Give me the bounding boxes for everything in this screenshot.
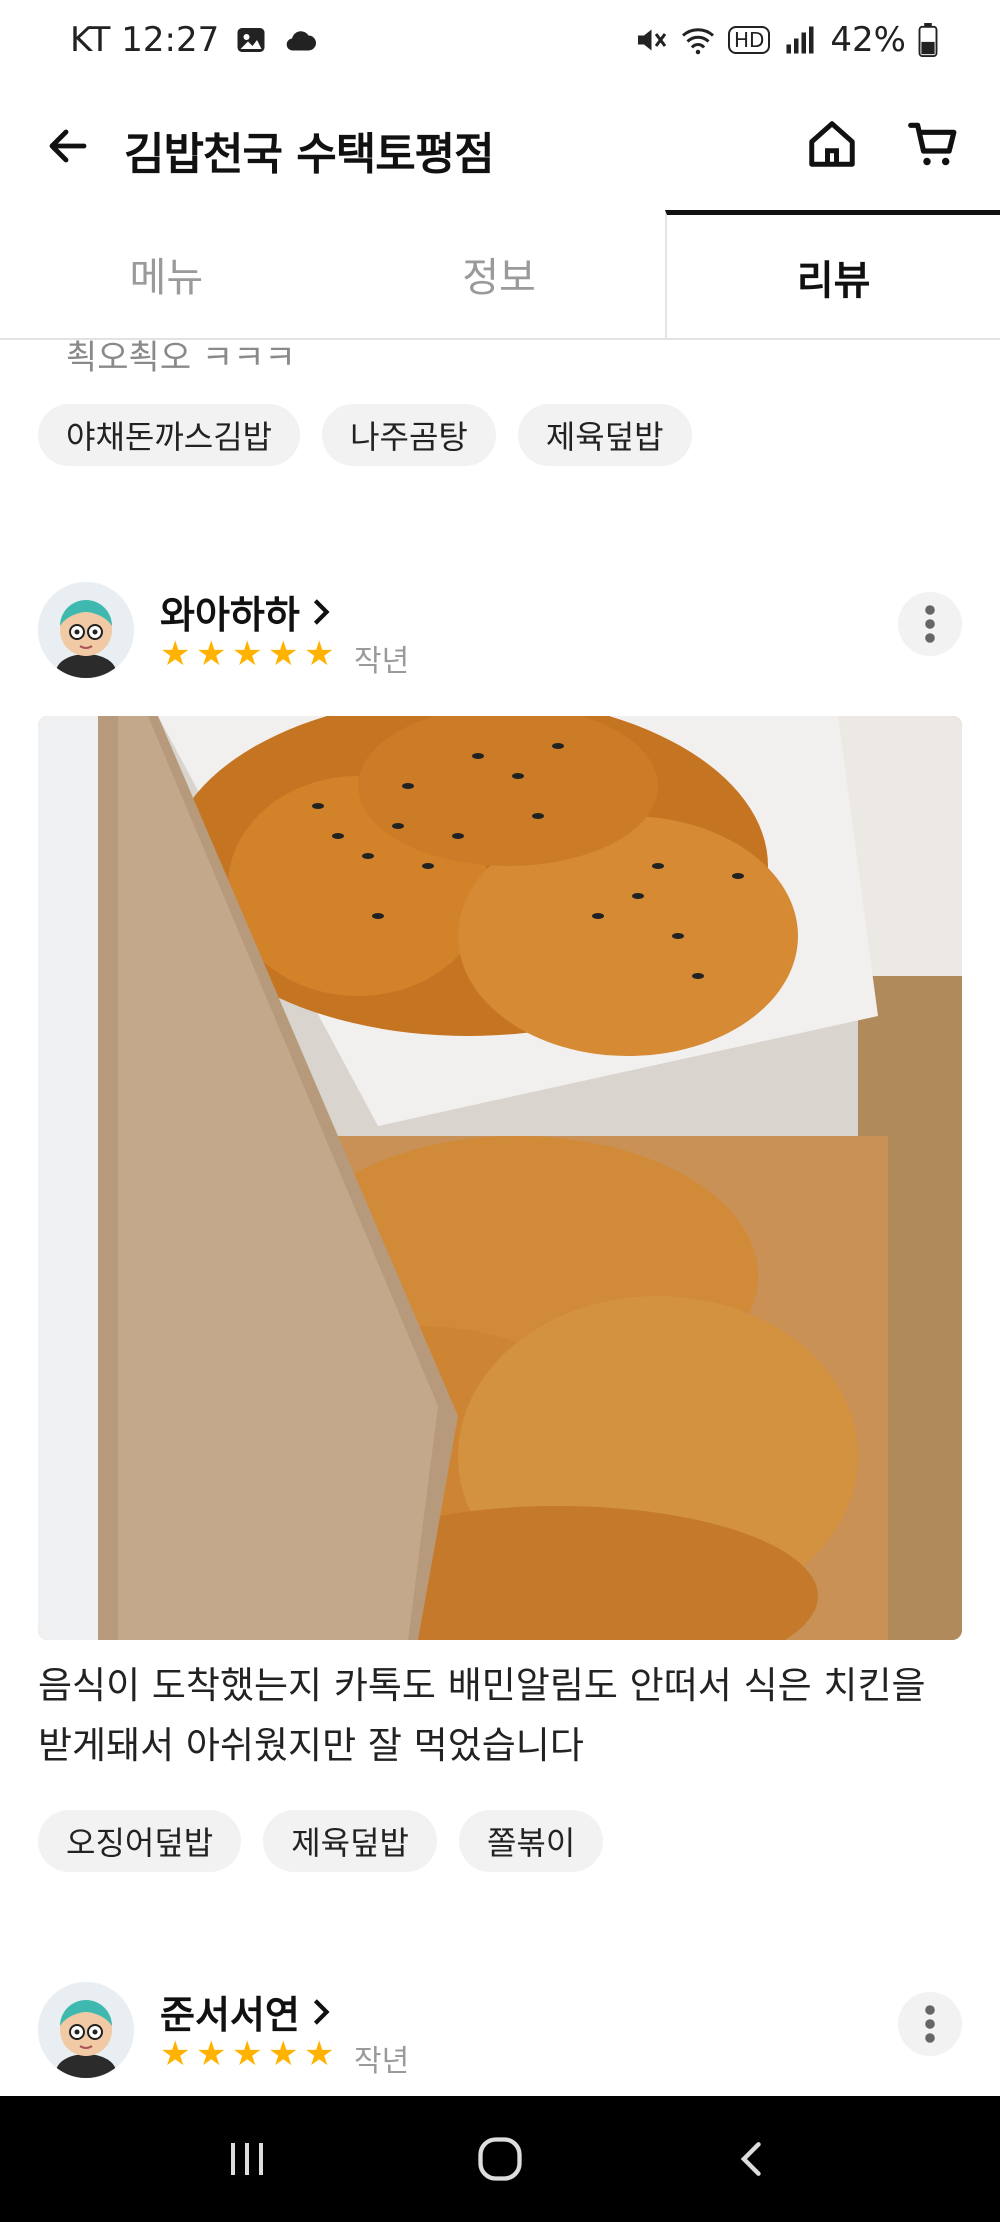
reviewer-name-link[interactable]: 와아하하 [160,584,332,639]
back-nav-button[interactable] [713,2119,793,2199]
home-nav-icon [478,2137,522,2181]
star-icon: ★ [160,2034,191,2074]
avatar-character-icon [38,1982,134,2078]
menu-chip: 나주곰탕 [322,404,496,466]
star-icon: ★ [196,634,227,674]
reviewer-name-link[interactable]: 준서서연 [160,1984,332,2039]
status-right: HD 42% [632,20,938,60]
star-icon: ★ [304,2034,335,2074]
review-time: 작년 [354,2044,410,2079]
rating-stars: ★ ★ ★ ★ ★ [160,634,336,674]
more-vertical-icon [925,605,935,643]
tab-reviews[interactable]: 리뷰 [665,210,1000,338]
carrier-time: KT 12:27 [70,20,220,60]
rating-stars: ★ ★ ★ ★ ★ [160,2034,336,2074]
back-nav-icon [741,2142,762,2176]
gallery-icon [237,28,265,52]
avatar[interactable] [38,582,134,678]
wifi-icon [681,28,714,55]
review-list[interactable]: 쵝오쵝오 ㅋㅋㅋ 야채돈까스김밥 나주곰탕 제육덮밥 와아하하 ★ ★ ★ ★ … [0,340,1000,2096]
menu-chip: 제육덮밥 [517,404,692,466]
cloud-icon [286,31,317,51]
avatar[interactable] [38,1982,134,2078]
previous-review-text: 쵝오쵝오 ㅋㅋㅋ [66,340,296,378]
tab-info[interactable]: 정보 [333,210,666,338]
review-time: 작년 [354,644,410,679]
review-photo[interactable] [38,716,962,1640]
back-arrow-icon [49,129,87,163]
store-title: 김밥천국 수택토평점 [124,129,495,180]
avatar-character-icon [38,582,134,678]
review-header: 와아하하 ★ ★ ★ ★ ★ 작년 [38,582,962,682]
back-button[interactable] [36,114,100,178]
star-icon: ★ [268,2034,299,2074]
menu-chip: 야채돈까스김밥 [38,404,301,466]
hd-badge: HD [727,26,771,54]
status-bar: KT 12:27 HD 42% [0,0,1000,86]
status-left: KT 12:27 [70,20,319,60]
battery-text: 42% [830,20,906,60]
star-icon: ★ [160,634,191,674]
battery-icon [918,23,938,57]
more-options-button[interactable] [898,1992,962,2056]
review-menu-chips: 오징어덮밥 제육덮밥 쫄볶이 [38,1810,604,1872]
app-header: 김밥천국 수택토평점 [0,86,1000,210]
home-button[interactable] [800,112,864,176]
tab-menu[interactable]: 메뉴 [0,210,333,338]
review-header: 준서서연 ★ ★ ★ ★ ★ 작년 [38,1982,962,2082]
star-icon: ★ [232,2034,263,2074]
signal-icon [786,26,814,54]
mute-icon [637,29,667,51]
system-nav-bar [0,2096,1000,2222]
home-icon [809,121,855,167]
menu-chip: 오징어덮밥 [38,1810,242,1872]
reviewer-name: 와아하하 [160,593,300,637]
cart-icon [908,122,957,166]
chevron-right-icon [313,1998,330,2025]
tab-bar: 메뉴 정보 리뷰 [0,210,1000,340]
menu-chip: 제육덮밥 [263,1810,437,1872]
home-nav-button[interactable] [460,2119,540,2199]
reviewer-name: 준서서연 [160,1993,300,2037]
cart-button[interactable] [902,112,966,176]
star-icon: ★ [232,634,263,674]
chevron-right-icon [313,598,330,625]
review-text: 음식이 도착했는지 카톡도 배민알림도 안떠서 식은 치킨을 받게돼서 아쉬웠지… [38,1664,926,1767]
fried-chicken-photo [38,716,962,1640]
more-vertical-icon [925,2005,935,2043]
star-icon: ★ [268,634,299,674]
previous-review-menu-chips: 야채돈까스김밥 나주곰탕 제육덮밥 [38,404,692,466]
star-icon: ★ [196,2034,227,2074]
menu-chip: 쫄볶이 [458,1810,604,1872]
more-options-button[interactable] [898,592,962,656]
recent-apps-button[interactable] [207,2119,287,2199]
recent-apps-icon [230,2143,263,2175]
star-icon: ★ [304,634,335,674]
